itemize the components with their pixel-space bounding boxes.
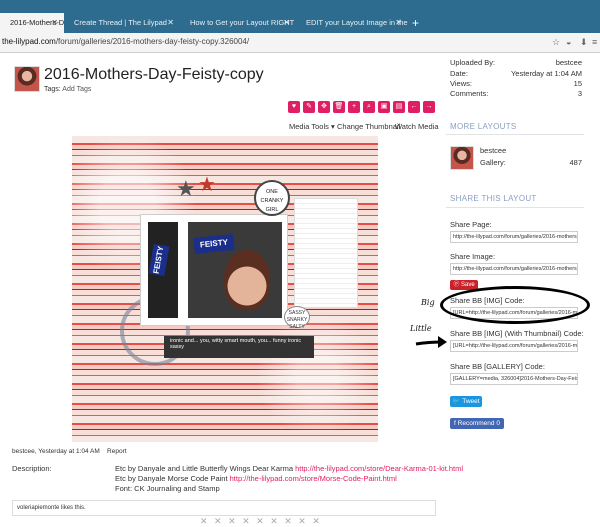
tab-label: EDIT your Layout Image in the Galle (306, 18, 408, 27)
tab-layout-right[interactable]: How to Get your Layout RIGHT in the ✕ (180, 13, 296, 33)
pocket-icon[interactable]: ◒ (566, 37, 571, 47)
avatar[interactable] (14, 66, 40, 92)
face-graphic (224, 250, 270, 310)
kit-link[interactable]: http://the-lilypad.com/store/Dear-Karma-… (295, 464, 463, 473)
menu-icon[interactable]: ≡ (592, 37, 597, 47)
journaling-block (294, 198, 358, 308)
tab-active[interactable]: 2016-Mothers-Day-Feisty-copy | The ✕ (0, 13, 64, 33)
candy-photo: FEISTY (145, 219, 181, 321)
change-thumbnail-link[interactable]: Change Thumbnail (337, 122, 400, 131)
annotation-big: Big (421, 298, 435, 307)
candy-wrapper: FEISTY (193, 233, 235, 255)
url-text[interactable]: the-lilypad.com/forum/galleries/2016-mot… (2, 37, 249, 46)
bb-gallery-field[interactable]: [GALLERY=media, 326004]2016-Mothers-Day-… (450, 373, 578, 385)
annotation-ellipse (440, 286, 590, 324)
bb-gallery-label: Share BB [GALLERY] Code: (450, 362, 545, 371)
share-page-label: Share Page: (450, 220, 492, 229)
share-image-label: Share Image: (450, 252, 496, 261)
page-content: 2016-Mothers-Day-Feisty-copy Tags: Add T… (0, 54, 600, 526)
paint-link[interactable]: http://the-lilypad.com/store/Morse-Code-… (230, 474, 397, 483)
description-line: Etc by Danyale and Little Butterfly Wing… (115, 464, 464, 473)
close-tab-icon[interactable]: ✕ (395, 13, 402, 33)
user-name[interactable]: bestcee (480, 146, 580, 155)
layout-image[interactable]: ★ ★ FEISTY FEISTY ONE CRANKY GIRL SASSY … (72, 136, 378, 442)
divider (446, 134, 584, 135)
page-title: 2016-Mothers-Day-Feisty-copy (44, 66, 264, 83)
info-date: Date: Yesterday at 1:04 AM (450, 69, 582, 78)
gallery-icon[interactable]: ▤ (393, 101, 405, 113)
address-bar[interactable]: the-lilypad.com/forum/galleries/2016-mot… (0, 33, 600, 53)
tab-label: Create Thread | The Lilypad (74, 18, 167, 27)
portrait-photo: FEISTY (185, 219, 285, 321)
description-text: Etc by Danyale and Little Butterfly Wing… (115, 464, 463, 494)
close-tab-icon[interactable]: ✕ (167, 13, 174, 33)
pinterest-icon: ⓟ (453, 282, 461, 288)
description-line: Font: CK Journaling and Stamp (115, 484, 220, 493)
caption-strip: ironic and... you, witty smart mouth, yo… (164, 336, 314, 358)
info-views: Views: 15 (450, 79, 582, 88)
add-tags-link[interactable]: Add Tags (62, 86, 91, 93)
previous-arrow-icon[interactable]: ← (408, 101, 420, 113)
candy-label: FEISTY (148, 243, 170, 277)
cranky-badge: ONE CRANKY GIRL (254, 180, 290, 216)
tags-row: Tags: Add Tags (44, 86, 92, 93)
user-gallery-count: Gallery: 487 (480, 158, 582, 167)
byline: bestcee, Yesterday at 1:04 AM Report (12, 448, 127, 455)
bb-thumb-label: Share BB [IMG] (With Thumbnail) Code: (450, 329, 584, 338)
delete-icon[interactable]: 🗑 (333, 101, 345, 113)
share-image-field[interactable]: http://the-lilypad.com/forum/galleries/2… (450, 263, 578, 275)
share-page-field[interactable]: http://the-lilypad.com/forum/galleries/2… (450, 231, 578, 243)
next-arrow-icon[interactable]: → (423, 101, 435, 113)
description-line: Etc by Danyale Morse Code Paint http://t… (115, 474, 397, 483)
image-icon[interactable]: ▣ (378, 101, 390, 113)
move-icon[interactable]: ✥ (318, 101, 330, 113)
tweet-button[interactable]: 🐦 Tweet (450, 396, 482, 407)
bb-thumb-field[interactable]: [URL=http://the-lilypad.com/forum/galler… (450, 340, 578, 352)
description-label: Description: (12, 464, 52, 473)
photo-cluster: FEISTY FEISTY (140, 214, 288, 326)
like-icon[interactable]: ♥ (288, 101, 300, 113)
twitter-icon: 🐦 (452, 398, 463, 405)
close-tab-icon[interactable]: ✕ (51, 13, 58, 33)
annotation-arrow-icon (415, 336, 447, 348)
more-layouts-heading: MORE LAYOUTS (450, 122, 517, 131)
tab-create-thread[interactable]: Create Thread | The Lilypad ✕ (64, 13, 180, 33)
info-uploaded-by: Uploaded By: bestcee (450, 58, 582, 67)
tab-edit-layout[interactable]: EDIT your Layout Image in the Galle ✕ (296, 13, 408, 33)
info-comments: Comments: 3 (450, 89, 582, 98)
report-link[interactable]: Report (107, 448, 127, 455)
user-avatar[interactable] (450, 146, 474, 170)
share-heading: SHARE THIS LAYOUT (450, 194, 537, 203)
tab-label: How to Get your Layout RIGHT in the (190, 18, 296, 27)
divider (446, 207, 584, 208)
red-star-icon: ★ (198, 174, 216, 196)
likes-bar: voleriapiemonte likes this. (12, 500, 436, 516)
media-tools-menu[interactable]: Media Tools ▾ (289, 122, 335, 131)
sassy-sticker: SASSY SNARKY SALTY (284, 306, 310, 330)
close-tab-icon[interactable]: ✕ (283, 13, 290, 33)
edit-icon[interactable]: ✎ (303, 101, 315, 113)
browser-tab-strip: 2016-Mothers-Day-Feisty-copy | The ✕ Cre… (0, 0, 600, 33)
zoom-in-icon[interactable]: + (348, 101, 360, 113)
star-icon[interactable]: ☆ (552, 37, 560, 48)
zoom-icon[interactable]: ⌕ (363, 101, 375, 113)
new-tab-button[interactable]: + (412, 13, 419, 33)
watch-media-link[interactable]: Watch Media (395, 122, 439, 131)
star-decoration-icon: ★ (176, 176, 196, 201)
facebook-recommend-button[interactable]: f Recommend 0 (450, 418, 504, 429)
download-icon[interactable]: ⬇ (580, 37, 588, 48)
